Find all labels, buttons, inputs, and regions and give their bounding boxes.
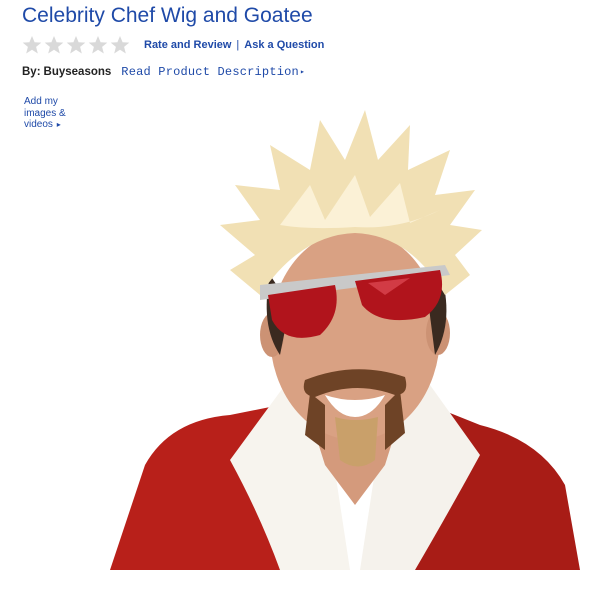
star-rating[interactable] [22,35,130,55]
ask-a-question-link[interactable]: Ask a Question [244,39,324,51]
brand-name: Buyseasons [43,66,112,78]
product-photo [110,110,580,570]
read-product-description-label: Read Product Description [121,65,299,79]
read-product-description-link[interactable]: Read Product Description ▸ [121,65,305,79]
rate-and-review-link[interactable]: Rate and Review [144,39,231,51]
star-icon[interactable] [66,35,86,55]
rating-row: Rate and Review | Ask a Question [22,34,324,56]
byline: By: Buyseasons Read Product Description … [22,65,305,79]
link-separator: | [236,39,240,51]
add-images-videos-link[interactable]: Add my images & videos ▸ [24,96,84,131]
product-title: Celebrity Chef Wig and Goatee [22,4,313,27]
star-icon[interactable] [110,35,130,55]
star-icon[interactable] [22,35,42,55]
triangle-right-icon: ▸ [299,68,305,77]
triangle-right-icon: ▸ [56,120,61,129]
by-label: By: [22,66,41,78]
goatee [335,417,378,467]
star-icon[interactable] [88,35,108,55]
star-icon[interactable] [44,35,64,55]
